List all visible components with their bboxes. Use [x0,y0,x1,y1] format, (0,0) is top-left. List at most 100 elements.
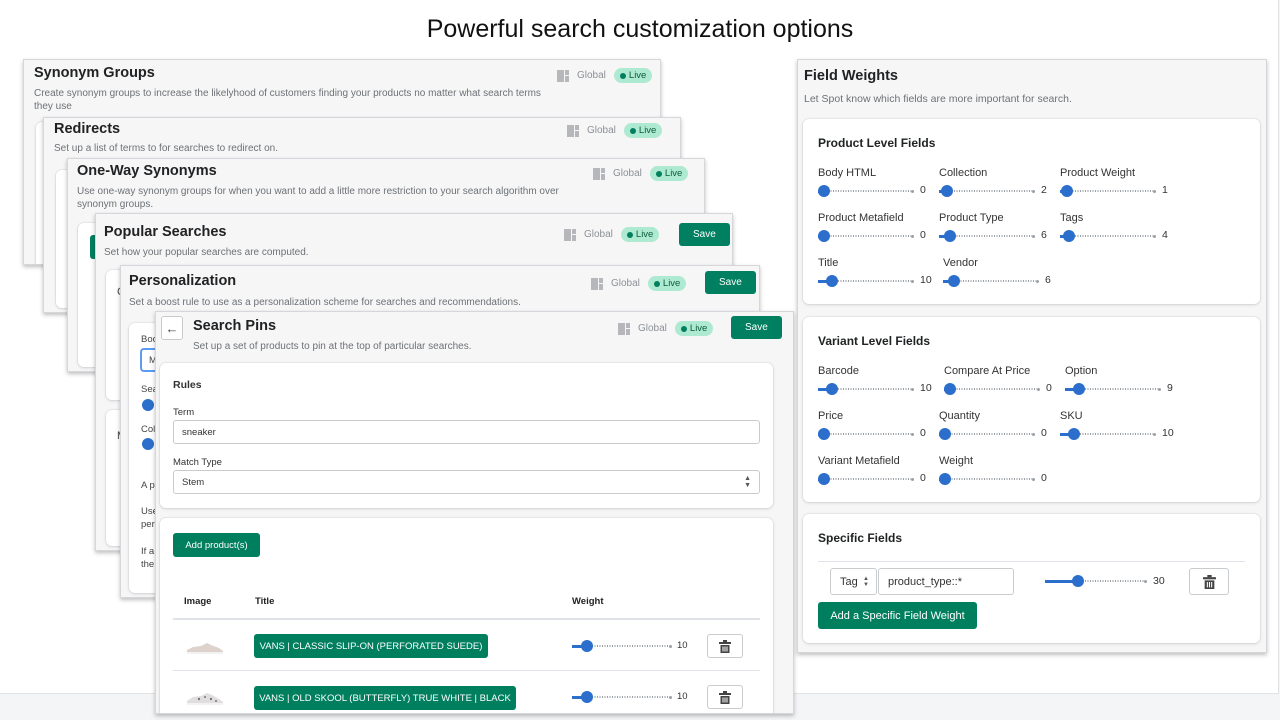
slider-thumb[interactable] [1072,575,1084,587]
weight-slider[interactable] [572,691,672,703]
field-label: Compare At Price [944,365,1031,377]
field-weight-slider[interactable] [1060,185,1156,197]
slider-track[interactable] [818,478,911,480]
slider-thumb[interactable] [948,275,961,287]
slider-thumb[interactable] [1060,185,1073,197]
save-button[interactable]: Save [679,223,730,246]
global-icon [593,167,605,180]
global-label: Global [611,278,640,289]
slider-thumb[interactable] [818,185,830,197]
product-title-button[interactable]: VANS | CLASSIC SLIP-ON (PERFORATED SUEDE… [254,634,488,658]
slider-end [1158,387,1161,391]
field-weight-value: 10 [920,274,932,286]
table-row: VANS | CLASSIC SLIP-ON (PERFORATED SUEDE… [160,620,773,671]
slider-thumb[interactable] [826,275,839,287]
add-specific-field-weight-button[interactable]: Add a Specific Field Weight [818,602,977,629]
slider-track[interactable] [818,433,911,435]
slider-end [911,477,914,481]
delete-button[interactable] [707,634,743,658]
live-dot-icon [619,72,626,79]
slider-track[interactable] [818,190,911,192]
field-weight-slider[interactable] [818,185,914,197]
live-label: Live [635,229,654,240]
variant-level-heading: Variant Level Fields [818,334,931,348]
field-weight-slider[interactable] [1060,428,1156,440]
field-weight-slider[interactable] [939,473,1035,485]
slider-track[interactable] [1060,190,1153,192]
slider-thumb[interactable] [944,230,957,242]
slider-thumb[interactable] [939,428,951,440]
ghost-text: A p [141,480,155,491]
field-weight-slider[interactable] [944,383,1040,395]
field-type-select[interactable]: Tag ▲ ▼ [830,568,877,595]
field-weight-slider[interactable] [1065,383,1161,395]
slider-thumb[interactable] [142,438,154,450]
back-button[interactable]: ← [161,316,183,340]
product-title-button[interactable]: VANS | OLD SKOOL (BUTTERFLY) TRUE WHITE … [254,686,516,710]
save-button[interactable]: Save [705,271,756,294]
field-value-input[interactable]: product_type::* [878,568,1014,595]
global-label: Global [584,229,613,240]
ghost-text: per [141,519,155,530]
term-input[interactable]: sneaker [173,420,760,444]
field-weight-value: 0 [1041,427,1047,439]
specific-weight-slider[interactable] [1045,575,1147,587]
field-weight-value: 0 [920,427,926,439]
specific-fields-heading: Specific Fields [818,531,903,545]
field-label: Product Type [939,212,1004,224]
slider-thumb[interactable] [939,473,951,485]
add-products-button[interactable]: Add product(s) [173,533,260,557]
slider-thumb[interactable] [142,399,154,411]
panel-description: Let Spot know which fields are more impo… [804,93,1072,105]
delete-button[interactable] [707,685,743,709]
panel-title: Field Weights [804,68,898,84]
slider-thumb[interactable] [580,691,593,703]
slider-end [1153,234,1156,238]
match-type-select[interactable]: Stem ▲ ▼ [173,470,760,494]
shoe-thumbnail [187,693,223,705]
field-weight-slider[interactable] [818,275,914,287]
field-weight-slider[interactable] [943,275,1039,287]
slider-end [911,234,914,238]
slider-track[interactable] [939,190,1032,192]
slider-thumb[interactable] [818,230,830,242]
field-weight-slider[interactable] [818,428,914,440]
field-weight-slider[interactable] [939,230,1035,242]
slider-thumb[interactable] [1072,383,1085,395]
slider-thumb[interactable] [818,428,830,440]
slider-thumb[interactable] [1068,428,1081,440]
slider-thumb[interactable] [944,383,956,395]
slider-end [1032,189,1035,193]
slider-thumb[interactable] [580,640,593,652]
field-weight-slider[interactable] [818,230,914,242]
slider-thumb[interactable] [940,185,953,197]
field-weight-slider[interactable] [818,473,914,485]
live-dot-icon [653,280,660,287]
field-weight-slider[interactable] [939,185,1035,197]
weight-slider[interactable] [572,640,672,652]
field-weight-slider[interactable] [818,383,914,395]
global-icon [591,277,603,290]
slider-track[interactable] [818,235,911,237]
slider-thumb[interactable] [826,383,839,395]
field-label: Vendor [943,257,978,269]
field-weight-slider[interactable] [1060,230,1156,242]
slider-track[interactable] [944,388,1037,390]
panel-header-actions: Global Live [618,321,714,336]
live-label: Live [689,323,708,334]
field-weights-panel: Field Weights Let Spot know which fields… [797,59,1267,653]
panel-header-actions: Global Live [593,166,689,181]
term-label: Term [173,407,195,418]
slider-end [911,387,914,391]
slider-track[interactable] [939,433,1032,435]
save-button[interactable]: Save [731,316,782,339]
field-weight-value: 2 [1041,184,1047,196]
slider-thumb[interactable] [818,473,830,485]
slider-thumb[interactable] [1063,230,1076,242]
field-weight-slider[interactable] [939,428,1035,440]
slider-end [1032,234,1035,238]
slider-track[interactable] [939,478,1032,480]
delete-button[interactable] [1189,568,1229,595]
slider-end [1036,279,1039,283]
live-dot-icon [629,127,636,134]
